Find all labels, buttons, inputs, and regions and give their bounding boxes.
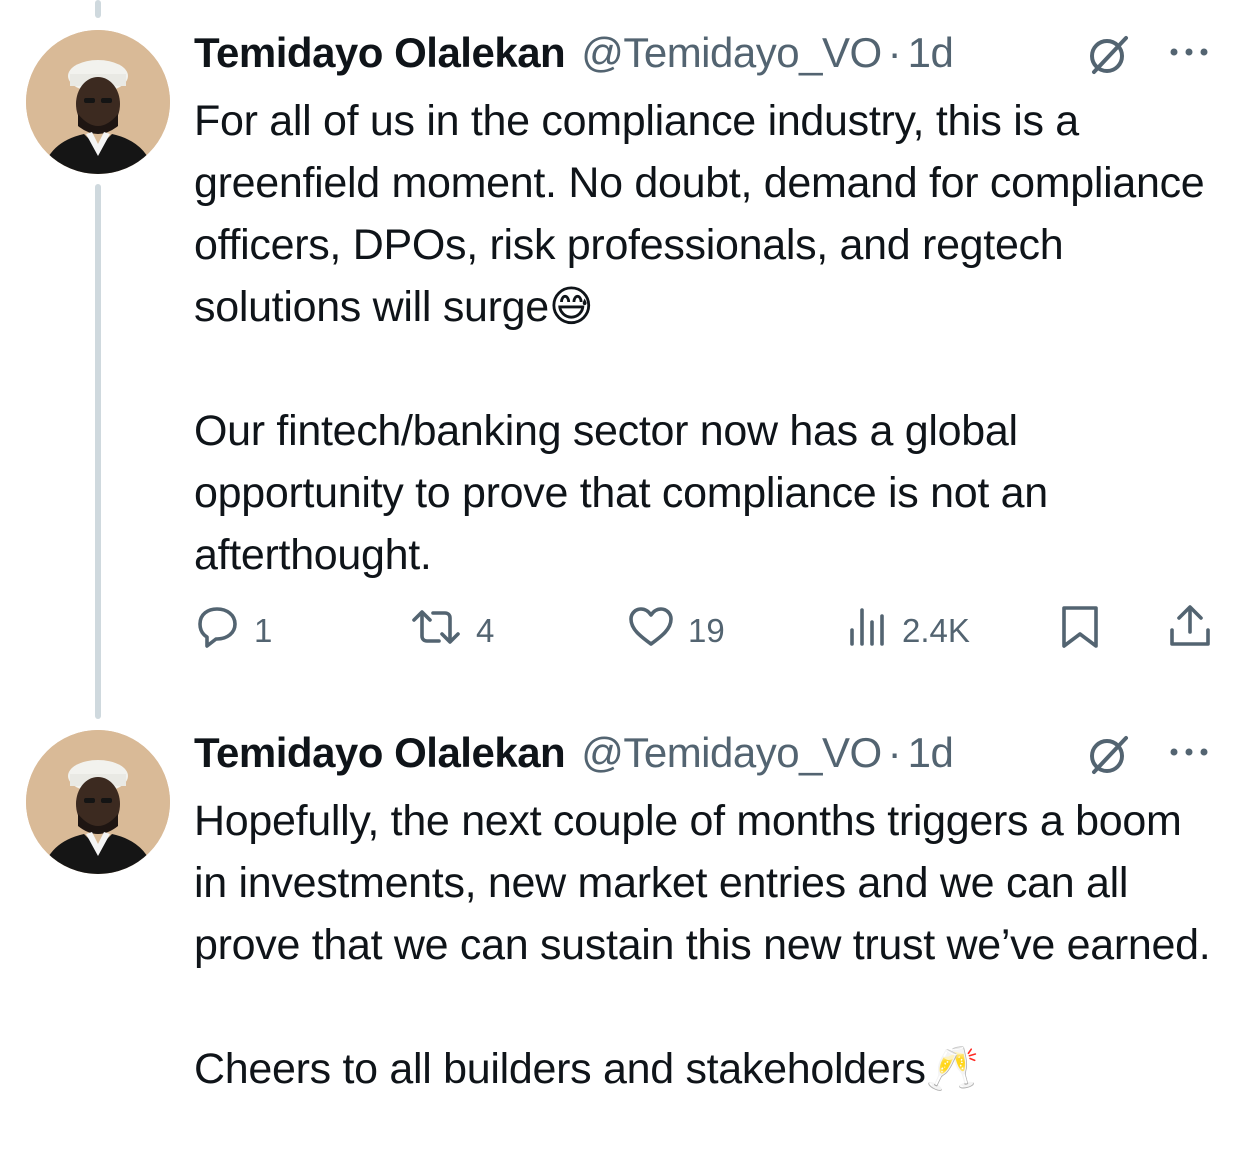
display-name[interactable]: Temidayo Olalekan bbox=[194, 729, 566, 777]
tweet-paragraph: Cheers to all builders and stakeholders🥂 bbox=[194, 1045, 979, 1093]
reply-count: 1 bbox=[254, 612, 273, 649]
reply-button[interactable]: 1 bbox=[192, 604, 272, 658]
tweet-header: Temidayo Olalekan @Temidayo_VO · 1d bbox=[194, 728, 954, 778]
tweet[interactable]: Temidayo Olalekan @Temidayo_VO · 1d For … bbox=[0, 0, 1242, 700]
share-button[interactable] bbox=[1166, 604, 1214, 658]
grok-icon[interactable] bbox=[1086, 32, 1132, 78]
retweet-button[interactable]: 4 bbox=[408, 604, 494, 658]
avatar[interactable] bbox=[26, 730, 170, 874]
views-icon bbox=[846, 602, 890, 660]
grok-icon[interactable] bbox=[1086, 732, 1132, 778]
tweet-paragraph: Our fintech/banking sector now has a glo… bbox=[194, 407, 1048, 579]
tweet[interactable]: Temidayo Olalekan @Temidayo_VO · 1d Hope… bbox=[0, 700, 1242, 1171]
views-button[interactable]: 2.4K bbox=[846, 604, 970, 658]
like-count: 19 bbox=[688, 612, 725, 649]
avatar[interactable] bbox=[26, 30, 170, 174]
separator-dot: · bbox=[887, 729, 902, 776]
action-bar: 1 4 19 2.4K bbox=[0, 604, 1242, 658]
tweet-text: For all of us in the compliance industry… bbox=[194, 90, 1224, 586]
reply-icon bbox=[192, 602, 242, 660]
tweet-header: Temidayo Olalekan @Temidayo_VO · 1d bbox=[194, 28, 954, 78]
username-handle[interactable]: @Temidayo_VO bbox=[581, 29, 882, 77]
timestamp[interactable]: 1d bbox=[908, 29, 954, 77]
tweet-text: Hopefully, the next couple of months tri… bbox=[194, 790, 1224, 1100]
bookmark-icon bbox=[1058, 602, 1102, 660]
retweet-count: 4 bbox=[476, 612, 495, 649]
tweet-paragraph: For all of us in the compliance industry… bbox=[194, 97, 1205, 331]
share-icon bbox=[1166, 602, 1214, 660]
like-button[interactable]: 19 bbox=[626, 604, 725, 658]
more-icon[interactable] bbox=[1166, 32, 1212, 78]
heart-icon bbox=[626, 602, 676, 660]
username-handle[interactable]: @Temidayo_VO bbox=[581, 729, 882, 777]
separator-dot: · bbox=[887, 29, 902, 76]
timestamp[interactable]: 1d bbox=[908, 729, 954, 777]
tweet-paragraph: Hopefully, the next couple of months tri… bbox=[194, 797, 1211, 969]
display-name[interactable]: Temidayo Olalekan bbox=[194, 29, 566, 77]
retweet-icon bbox=[408, 602, 464, 660]
more-icon[interactable] bbox=[1166, 732, 1212, 778]
bookmark-button[interactable] bbox=[1058, 604, 1102, 658]
views-count: 2.4K bbox=[902, 612, 970, 649]
